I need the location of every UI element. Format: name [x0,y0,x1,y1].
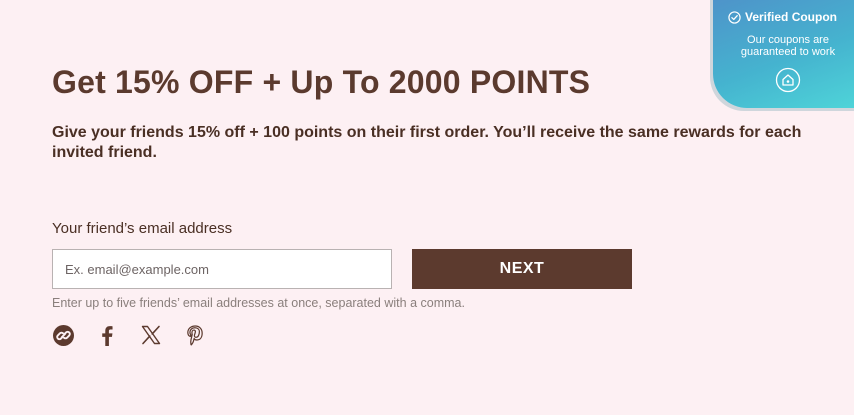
verified-coupon-title: Verified Coupon [728,10,837,24]
facebook-share-button[interactable] [96,324,118,346]
x-share-button[interactable] [140,324,162,346]
check-circle-icon [728,10,741,24]
copy-link-button[interactable] [52,324,74,346]
link-icon [52,324,74,346]
x-icon [141,325,161,345]
referral-headline: Get 15% OFF + Up To 2000 POINTS [52,64,591,100]
pinterest-icon [187,324,203,345]
verified-coupon-description: Our coupons are guaranteed to work [740,34,836,58]
email-field-label: Your friend’s email address [52,220,233,237]
pinterest-share-button[interactable] [184,324,206,346]
verified-coupon-title-text: Verified Coupon [745,10,838,24]
referral-description: Give your friends 15% off + 100 points o… [52,124,802,161]
email-helper-text: Enter up to five friends’ email addresse… [52,296,465,310]
friend-email-input[interactable] [52,249,392,289]
facebook-icon [102,325,113,346]
next-button[interactable]: NEXT [412,249,632,289]
share-buttons [52,324,228,346]
shield-icon [775,67,801,93]
